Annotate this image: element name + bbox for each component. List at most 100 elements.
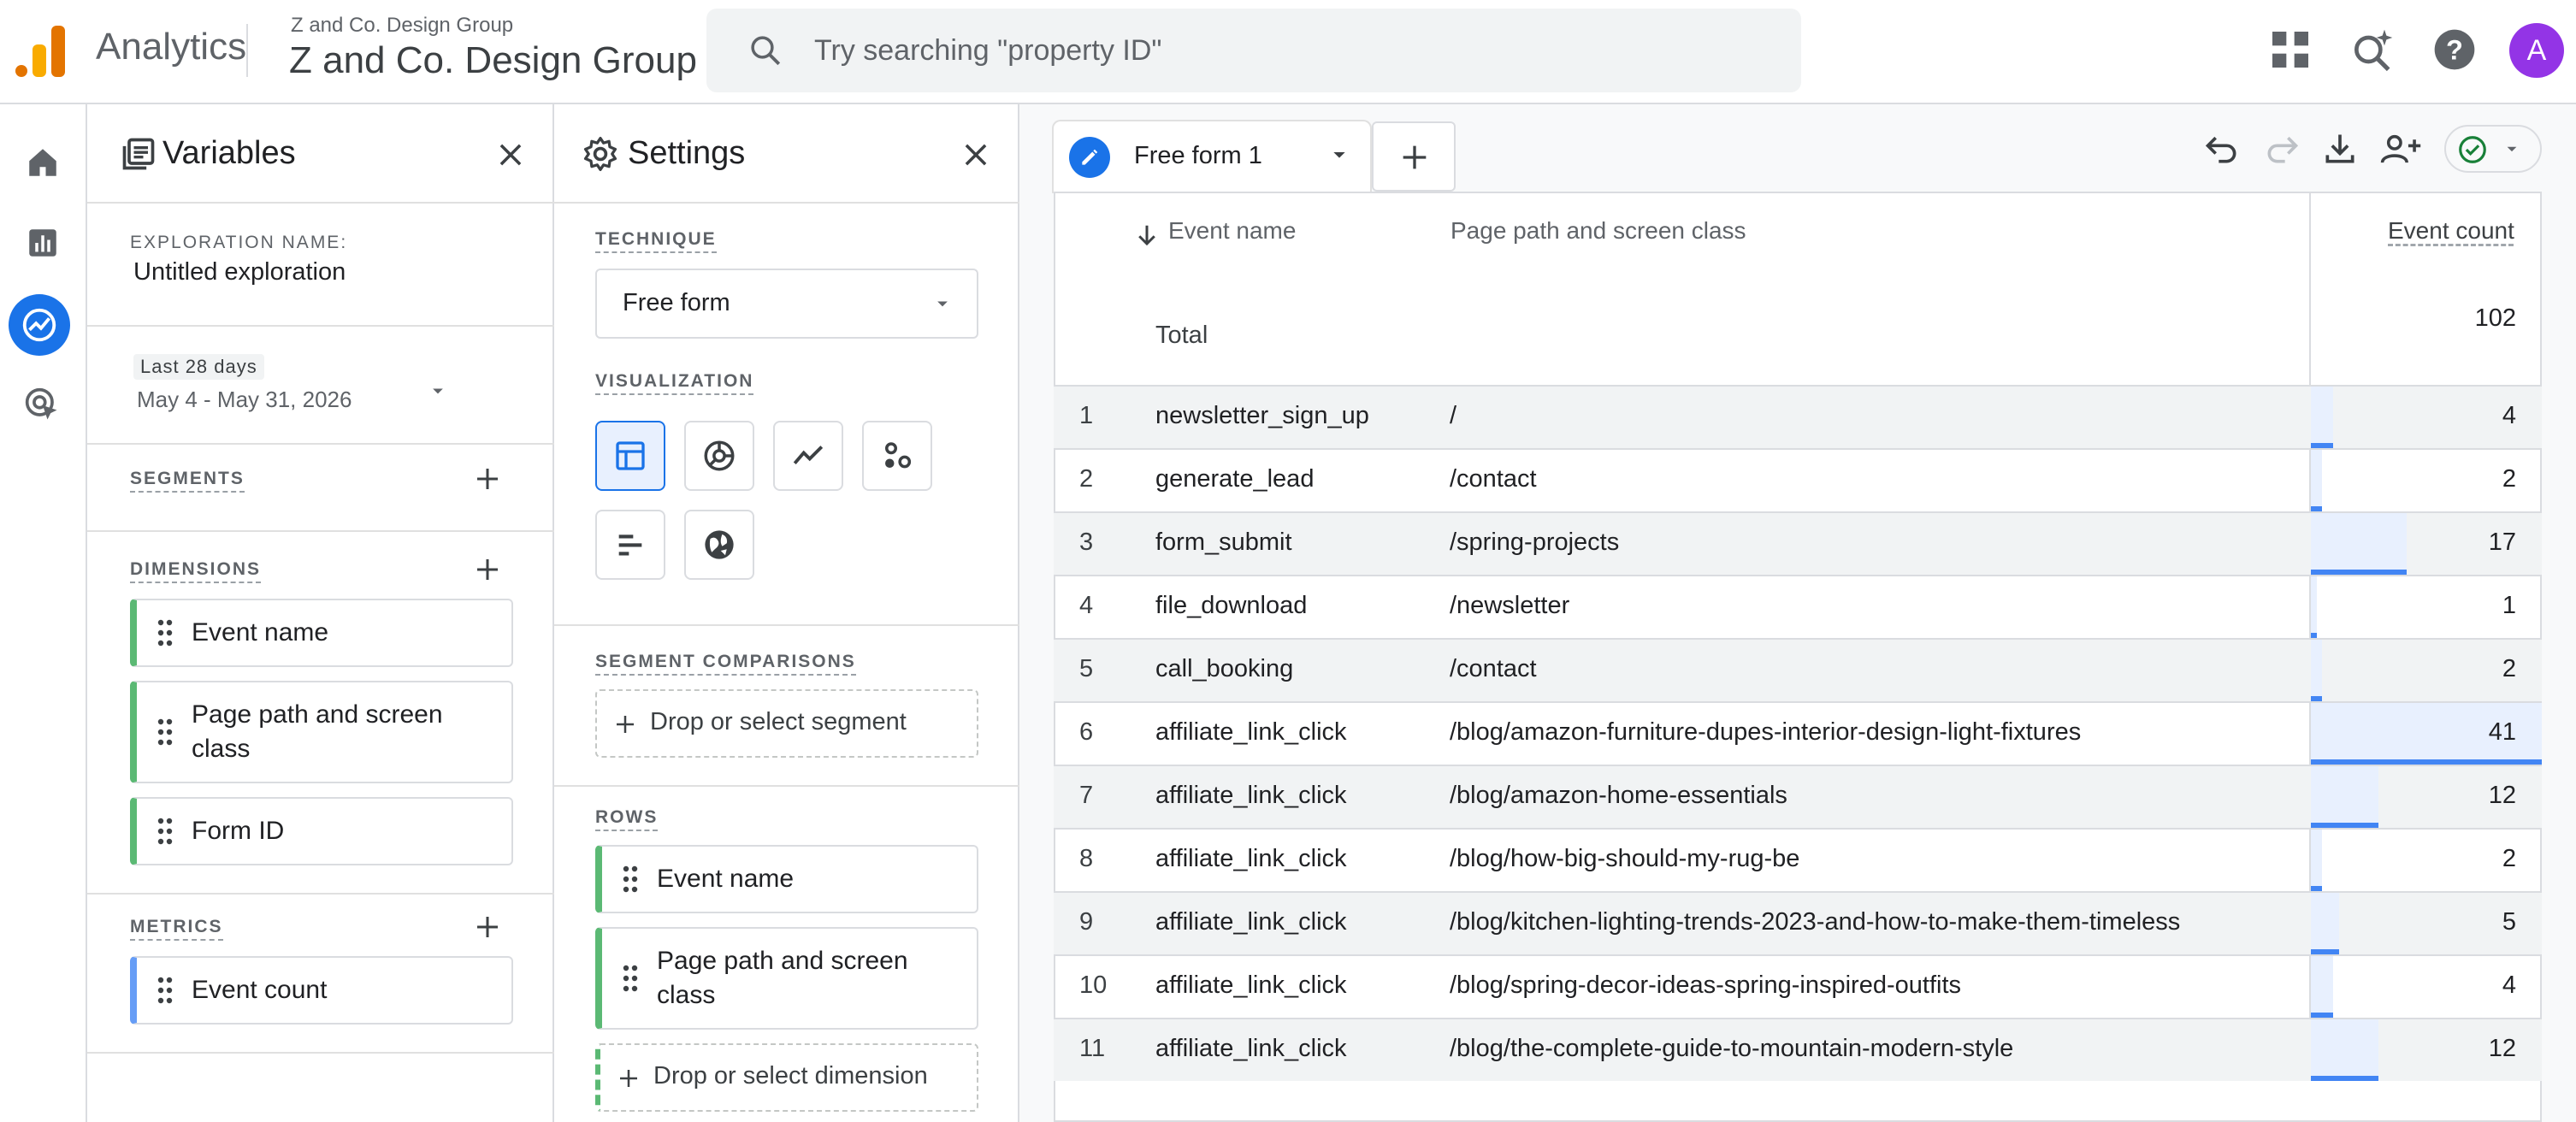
drag-handle-icon[interactable] bbox=[156, 818, 174, 845]
dimension-chip-form-id[interactable]: Form ID bbox=[130, 797, 513, 865]
value-bar-line bbox=[2311, 1076, 2378, 1081]
property-selector[interactable]: Z and Co. Design Group bbox=[289, 39, 697, 82]
add-icon bbox=[617, 716, 634, 733]
tab-label: Free form 1 bbox=[1134, 142, 1262, 169]
viz-bar-button[interactable] bbox=[595, 510, 665, 580]
event-name-cell: affiliate_link_click bbox=[1155, 782, 1347, 809]
row-chip-event-name[interactable]: Event name bbox=[595, 845, 978, 913]
drop-segment-target[interactable]: Drop or select segment bbox=[595, 689, 978, 758]
viz-donut-button[interactable] bbox=[684, 421, 754, 491]
rows-label: ROWS bbox=[595, 807, 659, 831]
app-name[interactable]: Analytics bbox=[96, 26, 246, 68]
divider bbox=[246, 24, 248, 77]
column-header-event-count[interactable]: Event count bbox=[2388, 217, 2514, 245]
table-row[interactable]: 1 newsletter_sign_up / 4 bbox=[1054, 385, 2542, 448]
table-row[interactable]: 10 affiliate_link_click/blog/spring-decor… bbox=[1054, 954, 2542, 1018]
event-count-cell: 41 bbox=[2488, 718, 2516, 746]
reports-icon[interactable] bbox=[17, 217, 68, 269]
help-icon[interactable]: ? bbox=[2431, 26, 2479, 74]
sort-arrow-icon[interactable] bbox=[1134, 221, 1160, 250]
value-bar bbox=[2311, 513, 2407, 575]
viz-line-button[interactable] bbox=[773, 421, 843, 491]
drag-handle-icon[interactable] bbox=[621, 865, 640, 893]
dropdown-arrow-icon bbox=[937, 301, 948, 307]
row-index: 3 bbox=[1079, 529, 1094, 556]
tab-free-form-1[interactable]: Free form 1 bbox=[1054, 121, 1370, 192]
table-row[interactable]: 2 generate_lead/contact 2 bbox=[1054, 448, 2542, 511]
table-row[interactable]: 8 affiliate_link_click/blog/how-big-shoul… bbox=[1054, 828, 2542, 891]
table-row[interactable]: 9 affiliate_link_click/blog/kitchen-light… bbox=[1054, 891, 2542, 954]
download-icon[interactable] bbox=[2321, 130, 2359, 168]
avatar[interactable]: A bbox=[2509, 23, 2564, 78]
table-row[interactable]: 7 affiliate_link_click/blog/amazon-home-e… bbox=[1054, 765, 2542, 828]
share-users-icon[interactable] bbox=[2379, 130, 2422, 168]
technique-label: TECHNIQUE bbox=[595, 229, 717, 253]
viz-scatter-button[interactable] bbox=[862, 421, 932, 491]
settings-panel: Settings TECHNIQUE Free form VISUALIZATI… bbox=[554, 104, 1019, 1122]
account-name-small[interactable]: Z and Co. Design Group bbox=[291, 14, 513, 38]
dropdown-arrow-icon bbox=[433, 388, 443, 394]
search-input[interactable]: Try searching "property ID" bbox=[814, 34, 1161, 68]
chip-label: Event name bbox=[657, 865, 795, 893]
chip-label: Event count bbox=[192, 976, 328, 1004]
redo-icon[interactable] bbox=[2263, 130, 2301, 168]
dimension-chip-page-path[interactable]: Page path and screen class bbox=[130, 681, 513, 783]
search-insights-icon[interactable] bbox=[2349, 26, 2396, 74]
line-chart-icon bbox=[793, 446, 824, 465]
column-header-event-name[interactable]: Event name bbox=[1168, 217, 1296, 245]
edit-icon[interactable] bbox=[1069, 137, 1110, 178]
search-bar[interactable]: Try searching "property ID" bbox=[706, 9, 1801, 92]
drag-handle-icon[interactable] bbox=[156, 718, 174, 746]
event-name-cell: affiliate_link_click bbox=[1155, 845, 1347, 872]
table-row[interactable]: 6 affiliate_link_click/blog/amazon-furnit… bbox=[1054, 701, 2542, 765]
drop-segment-label: Drop or select segment bbox=[650, 708, 907, 735]
status-check-button[interactable] bbox=[2444, 125, 2542, 173]
drag-handle-icon[interactable] bbox=[156, 977, 174, 1004]
geo-map-icon bbox=[705, 530, 734, 559]
event-name-cell: affiliate_link_click bbox=[1155, 718, 1347, 746]
row-index: 8 bbox=[1079, 845, 1094, 872]
explore-icon[interactable] bbox=[9, 294, 70, 356]
table-row[interactable]: 11 affiliate_link_click/blog/the-complete… bbox=[1054, 1018, 2542, 1081]
drop-dimension-target[interactable]: Drop or select dimension bbox=[595, 1043, 978, 1112]
viz-table-button[interactable] bbox=[595, 421, 665, 491]
drag-handle-icon[interactable] bbox=[621, 965, 640, 992]
event-count-cell: 17 bbox=[2488, 529, 2516, 556]
metric-chip-event-count[interactable]: Event count bbox=[130, 956, 513, 1025]
table-row[interactable]: 4 file_download/newsletter 1 bbox=[1054, 575, 2542, 638]
dimensions-label: DIMENSIONS bbox=[130, 559, 262, 583]
home-icon[interactable] bbox=[17, 137, 68, 188]
undo-icon[interactable] bbox=[2203, 130, 2241, 168]
dropdown-arrow-icon[interactable] bbox=[1326, 142, 1353, 169]
divider bbox=[87, 202, 554, 204]
row-index: 4 bbox=[1079, 592, 1094, 619]
event-count-cell: 4 bbox=[2502, 402, 2516, 429]
dimension-chip-event-name[interactable]: Event name bbox=[130, 599, 513, 667]
add-metric-icon[interactable] bbox=[472, 912, 503, 942]
dropdown-arrow-icon bbox=[2507, 146, 2517, 152]
close-icon[interactable] bbox=[494, 139, 527, 171]
table-row[interactable]: 5 call_booking/contact 2 bbox=[1054, 638, 2542, 701]
value-bar bbox=[2311, 387, 2333, 448]
viz-geo-button[interactable] bbox=[684, 510, 754, 580]
add-dimension-icon[interactable] bbox=[472, 554, 503, 585]
analytics-logo-icon[interactable] bbox=[15, 24, 67, 77]
technique-select[interactable]: Free form bbox=[595, 269, 978, 339]
add-segment-icon[interactable] bbox=[472, 464, 503, 494]
date-range-picker[interactable]: Last 28 days May 4 - May 31, 2026 bbox=[130, 354, 506, 431]
divider bbox=[87, 530, 554, 532]
apps-grid-icon[interactable] bbox=[2266, 26, 2314, 74]
column-header-page-path[interactable]: Page path and screen class bbox=[1450, 217, 1746, 245]
add-tab-button[interactable] bbox=[1372, 121, 1456, 192]
value-bar bbox=[2311, 830, 2322, 891]
advertising-icon[interactable] bbox=[17, 380, 68, 431]
row-chip-page-path[interactable]: Page path and screen class bbox=[595, 927, 978, 1030]
scatter-plot-icon bbox=[885, 442, 912, 469]
segments-label: SEGMENTS bbox=[130, 469, 245, 493]
table-row[interactable]: 3 form_submit/spring-projects 17 bbox=[1054, 511, 2542, 575]
exploration-name-input[interactable]: Untitled exploration bbox=[133, 258, 346, 286]
close-icon[interactable] bbox=[960, 139, 992, 171]
drag-handle-icon[interactable] bbox=[156, 619, 174, 647]
page-path-cell: /blog/amazon-home-essentials bbox=[1450, 782, 1787, 809]
event-count-cell: 5 bbox=[2502, 908, 2516, 936]
